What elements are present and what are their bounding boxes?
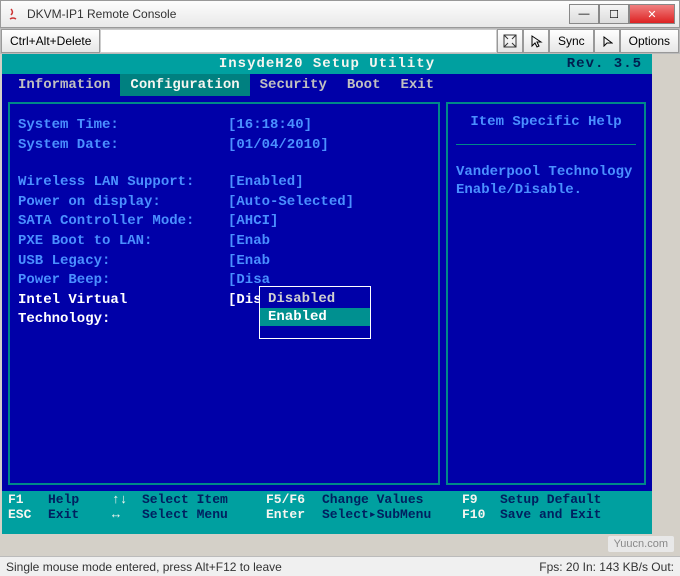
key-f5f6: F5/F6 — [266, 492, 322, 507]
key-enter: Enter — [266, 507, 322, 522]
tab-boot[interactable]: Boot — [337, 74, 391, 96]
action-save-exit: Save and Exit — [500, 507, 601, 522]
label-pxe-boot: PXE Boot to LAN: — [18, 232, 228, 252]
action-help: Help — [48, 492, 112, 507]
label-intel-vt: Intel Virtual Technology: — [18, 291, 228, 330]
bios-header: InsydeH20 Setup Utility Rev. 3.5 — [2, 54, 652, 74]
value-sata-controller: [AHCI] — [228, 212, 278, 232]
bios-body: System Time: [16:18:40] System Date: [01… — [2, 96, 652, 491]
watermark-label: Yuucn.com — [608, 536, 674, 552]
action-select-submenu: Select▸SubMenu — [322, 507, 462, 522]
close-button[interactable]: ✕ — [629, 4, 675, 24]
maximize-button[interactable]: ☐ — [599, 4, 629, 24]
row-system-time[interactable]: System Time: [16:18:40] — [18, 116, 430, 136]
key-leftright: ↔ — [112, 507, 142, 522]
row-pxe-boot[interactable]: PXE Boot to LAN: [Enab — [18, 232, 430, 252]
status-right: Fps: 20 In: 143 KB/s Out: — [539, 560, 674, 574]
value-wireless-lan: [Enabled] — [228, 173, 304, 193]
row-power-on-display[interactable]: Power on display: [Auto-Selected] — [18, 193, 430, 213]
label-power-on-display: Power on display: — [18, 193, 228, 213]
toolbar-spacer — [100, 29, 497, 53]
row-system-date[interactable]: System Date: [01/04/2010] — [18, 136, 430, 156]
row-wireless-lan[interactable]: Wireless LAN Support: [Enabled] — [18, 173, 430, 193]
key-f1: F1 — [8, 492, 48, 507]
key-updown: ↑↓ — [112, 492, 142, 507]
value-popup: Disabled Enabled — [259, 286, 371, 339]
window-buttons: — ☐ ✕ — [569, 4, 675, 24]
tab-information[interactable]: Information — [8, 74, 120, 96]
ctrl-alt-delete-button[interactable]: Ctrl+Alt+Delete — [1, 29, 100, 53]
action-select-menu: Select Menu — [142, 507, 266, 522]
bios-title: InsydeH20 Setup Utility — [219, 56, 435, 72]
popup-option-enabled[interactable]: Enabled — [260, 308, 370, 326]
status-left: Single mouse mode entered, press Alt+F12… — [6, 560, 539, 574]
footer-row-2: ESC Exit ↔ Select Menu Enter Select▸SubM… — [8, 507, 646, 522]
bios-revision: Rev. 3.5 — [567, 54, 642, 74]
window-titlebar: DKVM-IP1 Remote Console — ☐ ✕ — [0, 0, 680, 28]
help-text: Vanderpool Technology Enable/Disable. — [456, 163, 636, 199]
statusbar: Single mouse mode entered, press Alt+F12… — [0, 556, 680, 576]
tab-security[interactable]: Security — [250, 74, 337, 96]
help-line-2: Enable/Disable. — [456, 181, 636, 199]
toolbar: Ctrl+Alt+Delete Sync Options — [0, 28, 680, 54]
value-system-time: [16:18:40] — [228, 116, 312, 136]
key-f10: F10 — [462, 507, 500, 522]
label-usb-legacy: USB Legacy: — [18, 252, 228, 272]
value-system-date: [01/04/2010] — [228, 136, 329, 156]
bios-main-panel: System Time: [16:18:40] System Date: [01… — [8, 102, 440, 485]
bios-footer: F1 Help ↑↓ Select Item F5/F6 Change Valu… — [2, 491, 652, 523]
help-title: Item Specific Help — [456, 114, 636, 145]
footer-row-1: F1 Help ↑↓ Select Item F5/F6 Change Valu… — [8, 492, 646, 507]
fullscreen-icon[interactable] — [497, 29, 523, 53]
cursor-small-icon[interactable] — [594, 29, 620, 53]
row-sata-controller[interactable]: SATA Controller Mode: [AHCI] — [18, 212, 430, 232]
value-pxe-boot: [Enab — [228, 232, 270, 252]
bios-help-panel: Item Specific Help Vanderpool Technology… — [446, 102, 646, 485]
value-usb-legacy: [Enab — [228, 252, 270, 272]
label-sata-controller: SATA Controller Mode: — [18, 212, 228, 232]
action-exit: Exit — [48, 507, 112, 522]
window-title: DKVM-IP1 Remote Console — [27, 7, 569, 21]
action-select-item: Select Item — [142, 492, 266, 507]
bios-tabs: Information Configuration Security Boot … — [2, 74, 652, 96]
help-line-1: Vanderpool Technology — [456, 163, 636, 181]
popup-option-disabled[interactable]: Disabled — [260, 290, 370, 308]
sync-button[interactable]: Sync — [549, 29, 594, 53]
options-button[interactable]: Options — [620, 29, 679, 53]
value-power-on-display: [Auto-Selected] — [228, 193, 354, 213]
tab-configuration[interactable]: Configuration — [120, 74, 249, 96]
cursor-large-icon[interactable] — [523, 29, 549, 53]
label-power-beep: Power Beep: — [18, 271, 228, 291]
key-f9: F9 — [462, 492, 500, 507]
java-icon — [5, 6, 21, 22]
label-system-date: System Date: — [18, 136, 228, 156]
tab-exit[interactable]: Exit — [390, 74, 444, 96]
action-change-values: Change Values — [322, 492, 462, 507]
remote-screen: InsydeH20 Setup Utility Rev. 3.5 Informa… — [2, 54, 652, 534]
minimize-button[interactable]: — — [569, 4, 599, 24]
action-setup-default: Setup Default — [500, 492, 601, 507]
label-wireless-lan: Wireless LAN Support: — [18, 173, 228, 193]
row-usb-legacy[interactable]: USB Legacy: [Enab — [18, 252, 430, 272]
label-system-time: System Time: — [18, 116, 228, 136]
key-esc: ESC — [8, 507, 48, 522]
